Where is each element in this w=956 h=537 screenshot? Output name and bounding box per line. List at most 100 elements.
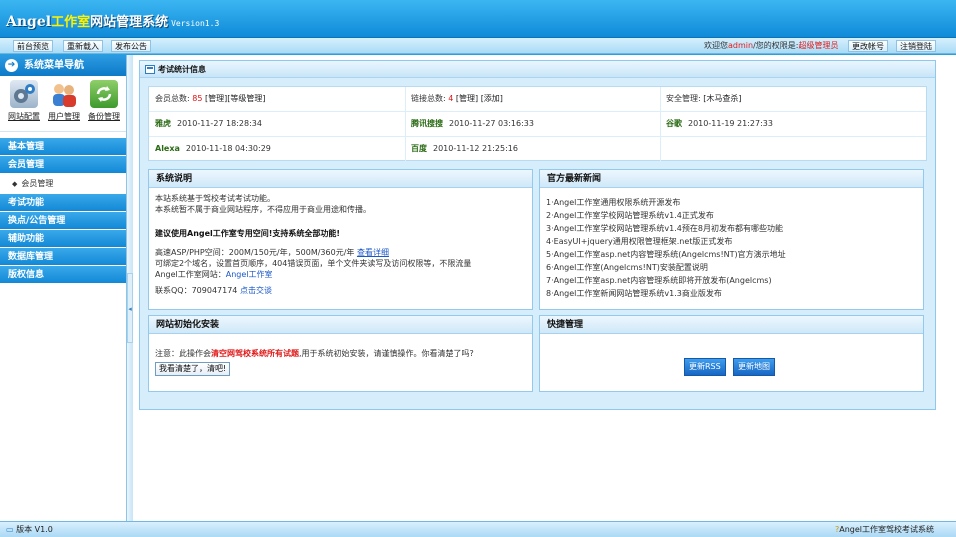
info-line: 本系统暂不属于商业网站程序，不得应用于商业用途和传播。 xyxy=(155,205,371,214)
username: admin xyxy=(728,41,754,50)
spider-time: 2010-11-27 18:28:34 xyxy=(177,119,262,128)
brand-title: 网站管理系统 xyxy=(90,15,169,30)
news-list: 1·Angel工作室通用权限系统开源发布 2·Angel工作室学校网站管理系统v… xyxy=(540,188,923,305)
version-text: 版本 V1.0 xyxy=(16,525,53,534)
quick-label: 网站配置 xyxy=(8,112,40,121)
news-item[interactable]: 2·Angel工作室学校网站管理系统v1.4正式发布 xyxy=(546,209,917,222)
spider-cell: 谷歌 2010-11-19 21:27:33 xyxy=(660,112,773,137)
qq-label: 联系QQ：709047174 xyxy=(155,286,238,295)
app-header: Angel工作室网站管理系统 Version1.3 xyxy=(0,0,956,38)
menu-assist[interactable]: 辅助功能 xyxy=(0,230,126,248)
security-cell: 安全管理: [木马查杀] xyxy=(660,87,742,112)
backup-icon xyxy=(90,80,118,108)
spider-name: 谷歌 xyxy=(666,119,682,128)
preview-button[interactable]: 前台预览 xyxy=(13,40,53,52)
menu-copyright[interactable]: 版权信息 xyxy=(0,266,126,284)
submenu-member-manage[interactable]: ◆ 会员管理 xyxy=(0,174,126,194)
app-logo: Angel工作室网站管理系统 Version1.3 xyxy=(6,11,219,30)
menu-notice[interactable]: 换点/公告管理 xyxy=(0,212,126,230)
confirm-clear-button[interactable]: 我看清楚了，清吧! xyxy=(155,362,231,376)
init-note: 注意：此操作会清空网驾校系统所有试题,用于系统初始安装，请谨慎操作。你看清楚了吗… xyxy=(155,348,526,359)
quick-label: 用户管理 xyxy=(48,112,80,121)
brand-angel: Angel xyxy=(6,14,52,30)
gear-icon xyxy=(10,80,38,108)
system-info-title: 系统说明 xyxy=(149,170,532,188)
news-item[interactable]: 6·Angel工作室(Angelcms!NT)安装配置说明 xyxy=(546,261,917,274)
sidebar-header: ➔ 系统菜单导航 xyxy=(0,55,126,76)
brand-studio: 工作室 xyxy=(51,15,91,30)
security-label: 安全管理: xyxy=(666,94,701,103)
stats-header: 考试统计信息 xyxy=(140,61,935,78)
members-label: 会员总数: xyxy=(155,94,190,103)
info-recommend: 建议使用Angel工作室专用空间!支持系统全部功能! xyxy=(155,229,341,238)
qq-chat-link[interactable]: 点击交谈 xyxy=(240,286,272,295)
spider-cell: 雅虎 2010-11-27 18:28:34 xyxy=(149,112,262,137)
user-role: 超级管理员 xyxy=(798,41,839,50)
status-version: ▭ 版本 V1.0 xyxy=(6,524,53,535)
change-account-button[interactable]: 更改帐号 xyxy=(848,40,888,52)
init-panel: 网站初始化安装 注意：此操作会清空网驾校系统所有试题,用于系统初始安装，请谨慎操… xyxy=(148,315,533,392)
trojan-scan-link[interactable]: [木马查杀] xyxy=(703,94,741,103)
links-cell: 链接总数: 4 [管理] [添加] xyxy=(405,87,503,112)
quick-label: 备份管理 xyxy=(88,112,120,121)
links-count: 4 xyxy=(448,94,454,103)
spider-name: Alexa xyxy=(155,144,180,153)
stats-panel: 考试统计信息 会员总数: 85 [管理][等级管理] 链接总数: 4 [管理] … xyxy=(139,60,936,410)
quick-backup-manage[interactable]: 备份管理 xyxy=(84,80,124,122)
menu-basic[interactable]: 基本管理 xyxy=(0,138,126,156)
update-sitemap-button[interactable]: 更新地图 xyxy=(733,358,775,376)
quick-manage-panel: 快捷管理 更新RSS 更新地图 xyxy=(539,315,924,392)
stats-title: 考试统计信息 xyxy=(158,65,206,74)
spider-time: 2010-11-19 21:27:33 xyxy=(688,119,773,128)
quick-links: 网站配置 用户管理 备份管理 xyxy=(0,76,126,132)
menu-exam[interactable]: 考试功能 xyxy=(0,194,126,212)
system-info-body: 本站系统基于驾校考试考试功能。 本系统暂不属于商业网站程序，不得应用于商业用途和… xyxy=(149,188,532,301)
hosting-text: 高速ASP/PHP空间：200M/150元/年，500M/360元/年 xyxy=(155,248,355,257)
stats-table: 会员总数: 85 [管理][等级管理] 链接总数: 4 [管理] [添加] 安全… xyxy=(148,86,927,162)
submenu-label: 会员管理 xyxy=(21,179,54,188)
spider-time: 2010-11-18 04:30:29 xyxy=(185,144,271,153)
top-toolbar: 前台预览 重新载入 发布公告 欢迎您admin/您的权限是:超级管理员 更改帐号… xyxy=(0,38,956,54)
site-link[interactable]: Angel工作室 xyxy=(226,270,273,279)
reload-button[interactable]: 重新载入 xyxy=(63,40,103,52)
news-item[interactable]: 7·Angel工作室asp.net内容管理系统即将开放发布(Angelcms) xyxy=(546,274,917,287)
publish-notice-button[interactable]: 发布公告 xyxy=(111,40,151,52)
note-warning: 清空网驾校系统所有试题 xyxy=(211,349,299,358)
links-label: 链接总数: xyxy=(411,94,446,103)
init-body: 注意：此操作会清空网驾校系统所有试题,用于系统初始安装，请谨慎操作。你看清楚了吗… xyxy=(149,334,532,381)
spider-time: 2010-11-27 03:16:33 xyxy=(449,119,534,128)
update-rss-button[interactable]: 更新RSS xyxy=(684,358,726,376)
news-item[interactable]: 1·Angel工作室通用权限系统开源发布 xyxy=(546,196,917,209)
diamond-icon: ◆ xyxy=(12,180,18,188)
news-title: 官方最新新闻 xyxy=(540,170,923,188)
hosting-detail-link[interactable]: 查看详细 xyxy=(357,248,389,257)
window-icon xyxy=(145,65,155,74)
sidebar: ➔ 系统菜单导航 网站配置 用户管理 备份管理 基本管理 会员管理 ◆ 会员管理 … xyxy=(0,55,127,521)
quick-manage-title: 快捷管理 xyxy=(540,316,923,334)
menu-member[interactable]: 会员管理 xyxy=(0,156,126,174)
links-add-link[interactable]: [添加] xyxy=(481,94,503,103)
app-version: Version1.3 xyxy=(171,19,220,28)
spider-name: 腾讯搜搜 xyxy=(411,119,443,128)
table-row: Alexa 2010-11-18 04:30:29 百度 2010-11-12 21… xyxy=(149,137,926,162)
quick-site-config[interactable]: 网站配置 xyxy=(4,80,44,122)
navigation-icon: ➔ xyxy=(5,59,18,72)
news-item[interactable]: 4·EasyUI+jquery通用权限管理框架.net版正式发布 xyxy=(546,235,917,248)
users-icon xyxy=(50,80,78,108)
logout-button[interactable]: 注销登陆 xyxy=(896,40,936,52)
news-item[interactable]: 3·Angel工作室学校网站管理系统v1.4预在8月初发布都有哪些功能 xyxy=(546,222,917,235)
news-item[interactable]: 5·Angel工作室asp.net内容管理系统(Angelcms!NT)官方演示… xyxy=(546,248,917,261)
menu-database[interactable]: 数据库管理 xyxy=(0,248,126,266)
links-manage-link[interactable]: [管理] xyxy=(456,94,478,103)
spider-cell: Alexa 2010-11-18 04:30:29 xyxy=(149,137,271,162)
spider-cell: 腾讯搜搜 2010-11-27 03:16:33 xyxy=(405,112,534,137)
system-info-panel: 系统说明 本站系统基于驾校考试考试功能。 本系统暂不属于商业网站程序，不得应用于… xyxy=(148,169,533,310)
welcome-prefix: 欢迎您 xyxy=(704,41,728,50)
level-manage-link[interactable]: [等级管理] xyxy=(227,94,265,103)
status-bar: ▭ 版本 V1.0 ?Angel工作室驾校考试系统 xyxy=(0,521,956,537)
members-manage-link[interactable]: [管理] xyxy=(205,94,227,103)
welcome-text: 欢迎您admin/您的权限是:超级管理员 xyxy=(704,40,838,52)
quick-user-manage[interactable]: 用户管理 xyxy=(44,80,84,122)
spider-time: 2010-11-12 21:25:16 xyxy=(433,144,518,153)
news-item[interactable]: 8·Angel工作室新闻网站管理系统v1.3商业版发布 xyxy=(546,287,917,300)
